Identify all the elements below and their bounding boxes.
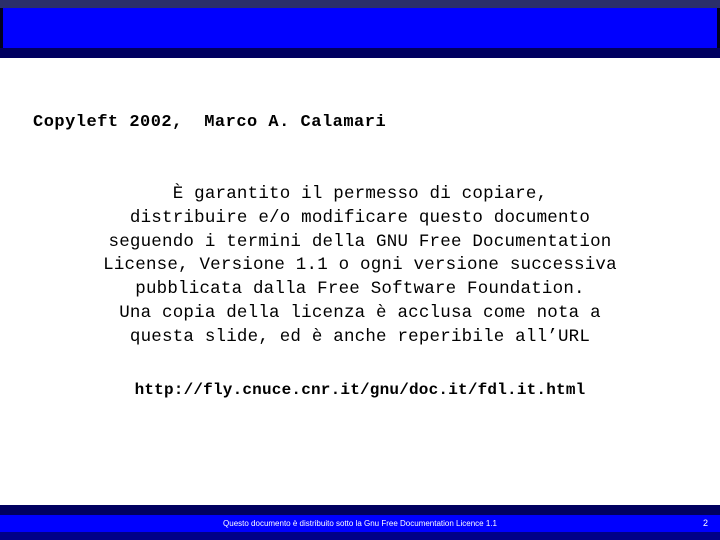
body-line: seguendo i termini della GNU Free Docume…: [108, 231, 612, 252]
top-banner-fill: [3, 8, 717, 48]
body-line: questa slide, ed è anche reperibile all’…: [129, 326, 591, 347]
footer-lower-border: [0, 532, 720, 540]
body-line: distribuire e/o modificare questo docume…: [129, 207, 591, 228]
footer-license-notice: Questo documento è distribuito sotto la …: [223, 519, 497, 528]
body-line: Una copia della licenza è acclusa come n…: [119, 302, 601, 323]
top-banner: [0, 0, 720, 58]
body-line: pubblicata dalla Free Software Foundatio…: [135, 279, 585, 300]
footer-upper-border: [0, 505, 720, 515]
license-body-text: È garantito il permesso di copiare, dist…: [0, 183, 720, 350]
footer-banner: Questo documento è distribuito sotto la …: [0, 505, 720, 540]
body-line: License, Versione 1.1 o ogni versione su…: [103, 255, 617, 276]
top-banner-lower-border: [0, 48, 720, 58]
footer-page-number: 2: [702, 518, 708, 528]
top-banner-upper-border: [0, 0, 720, 8]
slide-title: Copyleft 2002, Marco A. Calamari: [33, 113, 387, 132]
body-line: È garantito il permesso di copiare,: [172, 184, 548, 204]
license-url[interactable]: http://fly.cnuce.cnr.it/gnu/doc.it/fdl.i…: [0, 381, 720, 399]
